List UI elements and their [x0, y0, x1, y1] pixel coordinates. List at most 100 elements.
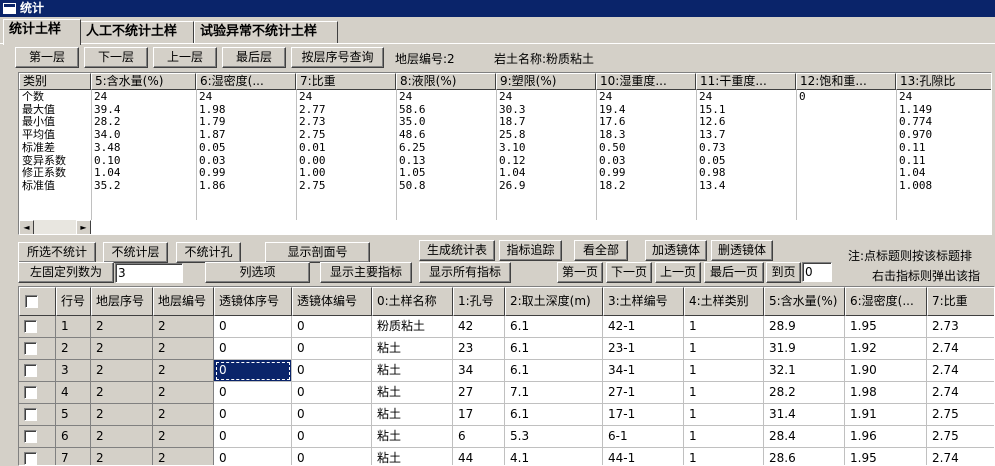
grid-layer-no[interactable]: 2: [153, 338, 214, 360]
grid-soil-name[interactable]: 粉质粘土: [372, 316, 453, 338]
show-section-button[interactable]: 显示剖面号: [265, 242, 370, 263]
stats-header-7[interactable]: 11:干重度...: [696, 73, 796, 90]
grid-water-content[interactable]: 28.4: [764, 426, 845, 448]
grid-wet-density[interactable]: 1.91: [845, 404, 927, 426]
scroll-right-icon[interactable]: ►: [76, 220, 91, 234]
stats-header-9[interactable]: 13:孔隙比: [896, 73, 991, 90]
stats-header-3[interactable]: 7:比重: [296, 73, 396, 90]
prev-page-button[interactable]: 上一页: [655, 262, 701, 283]
row-checkbox[interactable]: [24, 342, 37, 355]
stats-header-2[interactable]: 6:湿密度(...: [196, 73, 296, 90]
grid-header-grid-row-no[interactable]: 行号: [56, 287, 91, 316]
tab-abnormal-no-stat[interactable]: 试验异常不统计土样: [194, 21, 338, 43]
grid-layer-seq[interactable]: 2: [91, 426, 153, 448]
grid-layer-no[interactable]: 2: [153, 404, 214, 426]
grid-layer-seq[interactable]: 2: [91, 360, 153, 382]
column-options-button[interactable]: 列选项: [205, 262, 310, 283]
fixed-columns-input[interactable]: 3: [115, 263, 183, 283]
show-main-indicators-button[interactable]: 显示主要指标: [320, 262, 412, 283]
row-checkbox[interactable]: [24, 386, 37, 399]
stats-header-1[interactable]: 5:含水量(%): [91, 73, 196, 90]
grid-lens-no[interactable]: 0: [292, 316, 372, 338]
grid-layer-seq[interactable]: 2: [91, 316, 153, 338]
grid-header-grid-soil-name[interactable]: 0:土样名称: [372, 287, 453, 316]
grid-layer-no[interactable]: 2: [153, 360, 214, 382]
stats-header-5[interactable]: 9:塑限(%): [496, 73, 596, 90]
query-by-layer-button[interactable]: 按层序号查询: [291, 47, 384, 68]
table-row[interactable]: 7 2 2 0 0 粘土 44 4.1 44-1 1 28.6 1.95 2.74: [19, 448, 994, 465]
grid-layer-seq[interactable]: 2: [91, 404, 153, 426]
grid-header-grid-hole-no[interactable]: 1:孔号: [453, 287, 505, 316]
first-page-button[interactable]: 第一页: [557, 262, 603, 283]
generate-table-button[interactable]: 生成统计表: [419, 240, 495, 261]
row-checkbox[interactable]: [24, 452, 37, 465]
grid-lens-seq[interactable]: 0: [214, 316, 292, 338]
grid-water-content[interactable]: 28.2: [764, 382, 845, 404]
grid-specific-gravity[interactable]: 2.74: [927, 448, 994, 465]
grid-header-grid-layer-seq[interactable]: 地层序号: [91, 287, 153, 316]
grid-sample-type[interactable]: 1: [684, 338, 764, 360]
add-lens-button[interactable]: 加透镜体: [645, 240, 707, 261]
no-stat-hole-button[interactable]: 不统计孔: [176, 242, 241, 263]
grid-lens-seq[interactable]: 0: [214, 448, 292, 465]
grid-lens-no[interactable]: 0: [292, 382, 372, 404]
grid-hole-no[interactable]: 42: [453, 316, 505, 338]
grid-sample-no[interactable]: 23-1: [603, 338, 684, 360]
grid-lens-seq[interactable]: 0: [214, 426, 292, 448]
selected-no-stat-button[interactable]: 所选不统计: [18, 242, 96, 263]
grid-row-no[interactable]: 4: [56, 382, 91, 404]
grid-header-grid-layer-no[interactable]: 地层编号: [153, 287, 214, 316]
grid-header-grid-select-col[interactable]: [19, 287, 56, 316]
grid-hole-no[interactable]: 34: [453, 360, 505, 382]
grid-soil-name[interactable]: 粘土: [372, 382, 453, 404]
grid-wet-density[interactable]: 1.92: [845, 338, 927, 360]
grid-header-grid-wet-density[interactable]: 6:湿密度(...: [845, 287, 927, 316]
grid-layer-no[interactable]: 2: [153, 382, 214, 404]
show-all-indicators-button[interactable]: 显示所有指标: [419, 262, 511, 283]
grid-soil-name[interactable]: 粘土: [372, 404, 453, 426]
grid-wet-density[interactable]: 1.95: [845, 448, 927, 465]
scroll-left-icon[interactable]: ◄: [19, 220, 34, 234]
grid-depth[interactable]: 6.1: [505, 316, 603, 338]
grid-sample-type[interactable]: 1: [684, 316, 764, 338]
grid-specific-gravity[interactable]: 2.73: [927, 316, 994, 338]
grid-header-grid-lens-seq[interactable]: 透镜体序号: [214, 287, 292, 316]
grid-hole-no[interactable]: 17: [453, 404, 505, 426]
grid-depth[interactable]: 5.3: [505, 426, 603, 448]
grid-layer-no[interactable]: 2: [153, 316, 214, 338]
grid-depth[interactable]: 7.1: [505, 382, 603, 404]
tab-manual-no-stat[interactable]: 人工不统计土样: [80, 21, 194, 43]
grid-row-no[interactable]: 1: [56, 316, 91, 338]
last-page-button[interactable]: 最后一页: [704, 262, 764, 283]
tab-stat-samples[interactable]: 统计土样: [3, 19, 81, 45]
grid-soil-name[interactable]: 粘土: [372, 426, 453, 448]
grid-water-content[interactable]: 31.4: [764, 404, 845, 426]
grid-sample-no[interactable]: 42-1: [603, 316, 684, 338]
grid-sample-type[interactable]: 1: [684, 426, 764, 448]
stats-header-4[interactable]: 8:液限(%): [396, 73, 496, 90]
prev-layer-button[interactable]: 上一层: [153, 47, 217, 68]
grid-layer-seq[interactable]: 2: [91, 448, 153, 465]
grid-lens-no[interactable]: 0: [292, 360, 372, 382]
grid-sample-no[interactable]: 34-1: [603, 360, 684, 382]
grid-sample-type[interactable]: 1: [684, 382, 764, 404]
grid-sample-no[interactable]: 6-1: [603, 426, 684, 448]
grid-row-no[interactable]: 6: [56, 426, 91, 448]
row-checkbox[interactable]: [24, 430, 37, 443]
no-stat-layer-button[interactable]: 不统计层: [103, 242, 168, 263]
row-checkbox[interactable]: [24, 364, 37, 377]
grid-row-no[interactable]: 3: [56, 360, 91, 382]
last-layer-button[interactable]: 最后层: [222, 47, 286, 68]
row-checkbox[interactable]: [24, 408, 37, 421]
grid-water-content[interactable]: 28.6: [764, 448, 845, 465]
grid-depth[interactable]: 6.1: [505, 404, 603, 426]
view-all-button[interactable]: 看全部: [574, 240, 628, 261]
grid-layer-no[interactable]: 2: [153, 448, 214, 465]
grid-specific-gravity[interactable]: 2.75: [927, 404, 994, 426]
grid-specific-gravity[interactable]: 2.74: [927, 338, 994, 360]
delete-lens-button[interactable]: 删透镜体: [711, 240, 773, 261]
stats-header-8[interactable]: 12:饱和重...: [796, 73, 896, 90]
page-number-input[interactable]: 0: [802, 262, 832, 282]
grid-header-grid-depth[interactable]: 2:取土深度(m): [505, 287, 603, 316]
stats-header-6[interactable]: 10:湿重度...: [596, 73, 696, 90]
